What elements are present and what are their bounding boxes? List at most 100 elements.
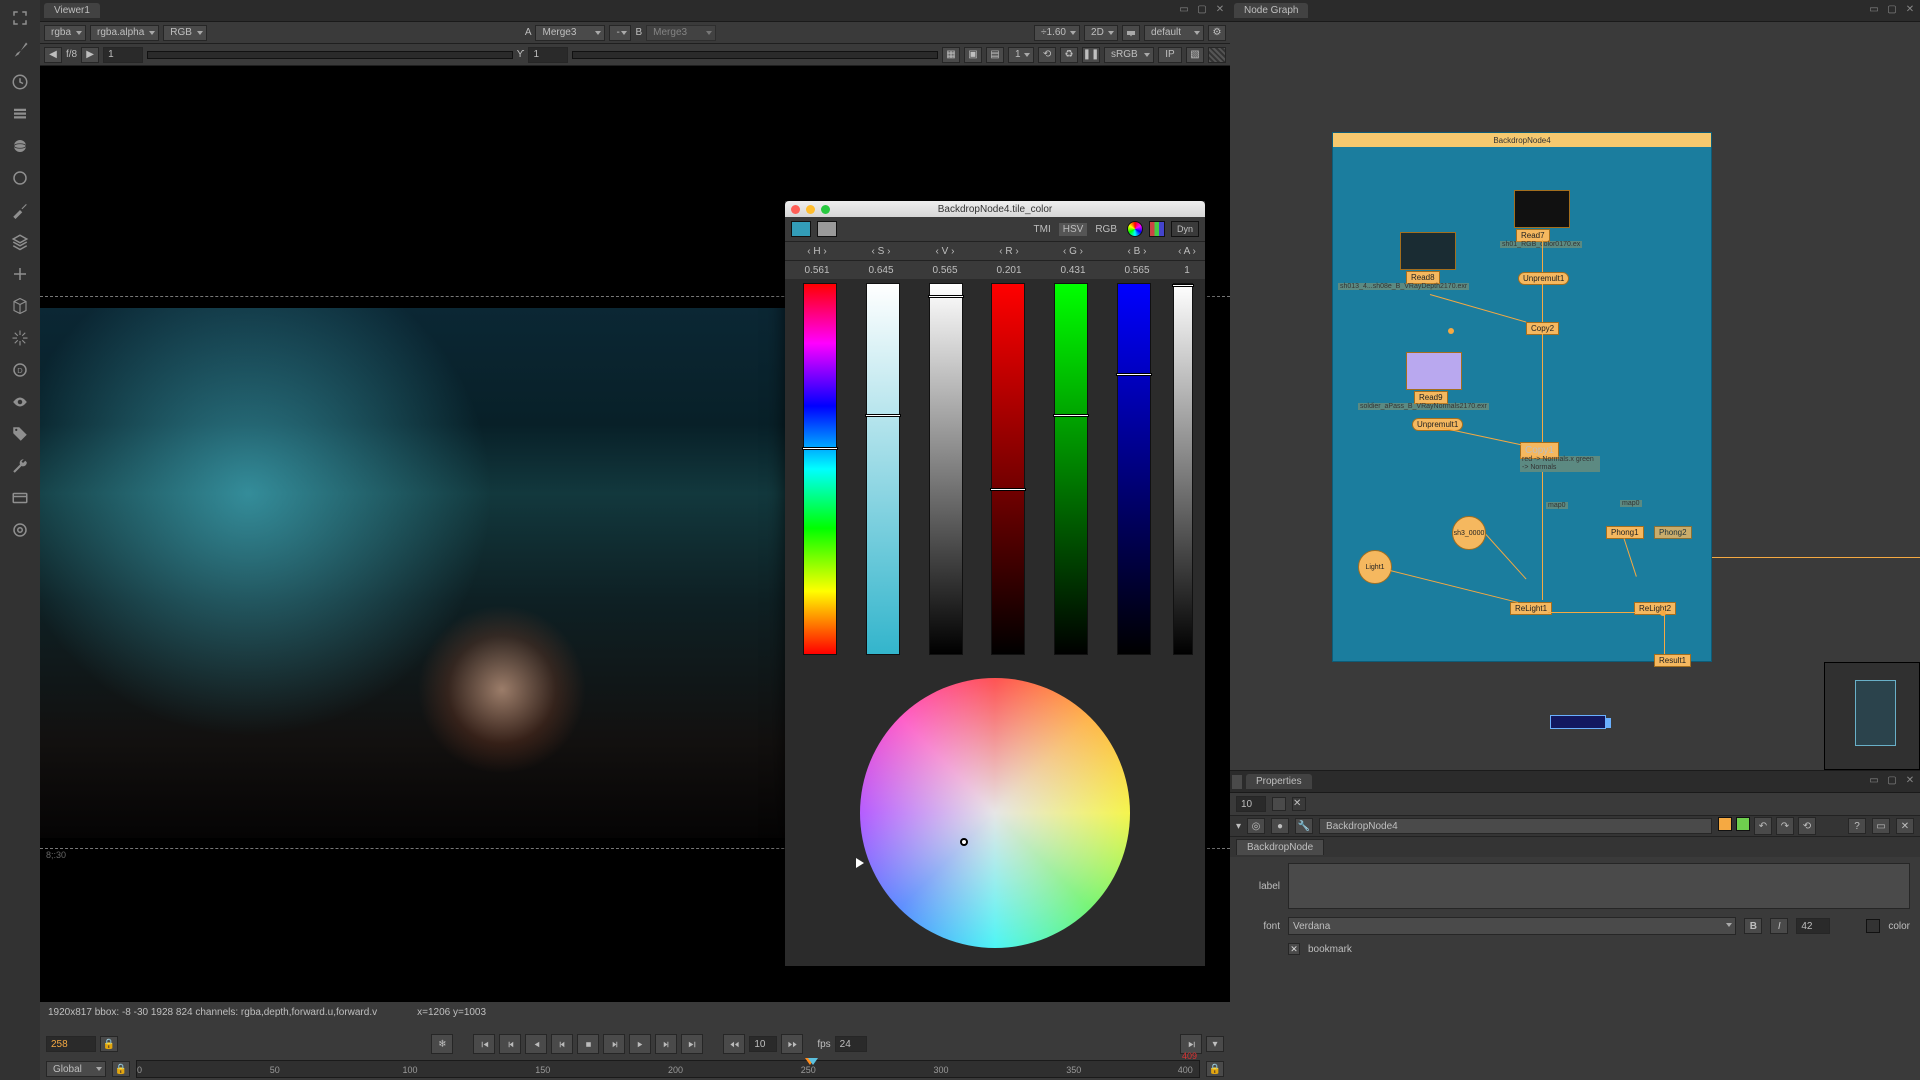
prev-keyframe-button[interactable]: [499, 1034, 521, 1054]
color-wheel-hue-indicator[interactable]: [856, 858, 864, 868]
clear-properties-icon[interactable]: ✕: [1292, 797, 1306, 811]
wipe-dropdown[interactable]: -: [609, 25, 631, 41]
help-icon[interactable]: ?: [1848, 818, 1866, 834]
sphere-tool-icon[interactable]: [8, 134, 32, 158]
node-tilecolor-swatch[interactable]: [1718, 817, 1732, 831]
gamma-field[interactable]: 1: [528, 47, 568, 63]
cube-tool-icon[interactable]: [8, 294, 32, 318]
brush-tool-icon[interactable]: [8, 38, 32, 62]
snowflake-button[interactable]: ❄: [431, 1034, 453, 1054]
hsv-tab[interactable]: HSV: [1059, 223, 1088, 236]
circle-tool-icon[interactable]: [8, 166, 32, 190]
fstop-field[interactable]: 1: [103, 47, 143, 63]
revert-icon[interactable]: ⟲: [1798, 817, 1816, 835]
r-slider[interactable]: [991, 283, 1025, 655]
color-swatch-previous[interactable]: [817, 221, 837, 237]
dyn-button[interactable]: Dyn: [1171, 221, 1199, 237]
rgb-tab[interactable]: RGB: [1091, 223, 1121, 236]
zebra-icon[interactable]: [1208, 47, 1226, 63]
layers-tool-icon[interactable]: [8, 230, 32, 254]
fps-field[interactable]: 24: [835, 1036, 867, 1052]
skip-fwd-button[interactable]: [781, 1034, 803, 1054]
node-glcolor-swatch[interactable]: [1736, 817, 1750, 831]
card-tool-icon[interactable]: [8, 486, 32, 510]
wrench-tool-icon[interactable]: [8, 454, 32, 478]
tmi-tab[interactable]: TMI: [1030, 223, 1055, 236]
italic-button[interactable]: I: [1770, 918, 1788, 934]
label-textarea[interactable]: [1288, 863, 1910, 909]
select-tool-icon[interactable]: [8, 6, 32, 30]
properties-tab[interactable]: Properties: [1246, 774, 1312, 789]
color-swatch-current[interactable]: [791, 221, 811, 237]
skip-back-button[interactable]: [723, 1034, 745, 1054]
r-value[interactable]: 0.201: [977, 265, 1041, 276]
list-tool-icon[interactable]: [8, 102, 32, 126]
color-wheel[interactable]: [860, 678, 1130, 948]
viewer-tab[interactable]: Viewer1: [44, 3, 100, 18]
viewmode-dropdown[interactable]: 2D: [1084, 25, 1118, 41]
play-forward-button[interactable]: [629, 1034, 651, 1054]
node-read9-thumb[interactable]: [1406, 352, 1462, 390]
refresh-icon[interactable]: ⟲: [1038, 47, 1056, 63]
skip-increment-field[interactable]: 10: [749, 1036, 777, 1052]
s-slider[interactable]: [866, 283, 900, 655]
node-read8-thumb[interactable]: [1400, 232, 1456, 270]
plus-tool-icon[interactable]: [8, 262, 32, 286]
a-input-dropdown[interactable]: Merge3: [535, 25, 605, 41]
color-wheel-toggle-icon[interactable]: [1127, 221, 1143, 237]
g-value[interactable]: 0.431: [1041, 265, 1105, 276]
goto-last-button[interactable]: [681, 1034, 703, 1054]
spark-tool-icon[interactable]: [8, 326, 32, 350]
knife-tool-icon[interactable]: [8, 198, 32, 222]
b-value[interactable]: 0.565: [1105, 265, 1169, 276]
node-relight2[interactable]: ReLight2: [1634, 602, 1676, 615]
close-panel-icon[interactable]: ✕: [1904, 774, 1916, 786]
current-frame-field[interactable]: 258: [46, 1036, 96, 1052]
a-label[interactable]: ‹ A ›: [1169, 246, 1205, 257]
g-slider[interactable]: [1054, 283, 1088, 655]
b-input-dropdown[interactable]: Merge3: [646, 25, 716, 41]
overscan-icon[interactable]: ▧: [1186, 47, 1204, 63]
selected-node-strip[interactable]: [1550, 715, 1606, 729]
gamma-slider[interactable]: [572, 51, 938, 59]
range-scope-dropdown[interactable]: Global: [46, 1061, 106, 1077]
clip-warning-icon[interactable]: ▦: [942, 47, 960, 63]
lock-properties-icon[interactable]: [1272, 797, 1286, 811]
range-lock-icon[interactable]: 🔒: [112, 1061, 130, 1077]
float-node-panel-icon[interactable]: ▭: [1872, 818, 1890, 834]
roi-icon[interactable]: ▣: [964, 47, 982, 63]
goto-first-button[interactable]: [473, 1034, 495, 1054]
r-label[interactable]: ‹ R ›: [977, 246, 1041, 257]
a-value[interactable]: 1: [1169, 265, 1205, 276]
undo-icon[interactable]: ↶: [1754, 817, 1772, 835]
font-dropdown[interactable]: Verdana: [1288, 917, 1736, 935]
node-unpremult2[interactable]: Unpremult1: [1412, 418, 1463, 431]
zoom-dropdown[interactable]: ÷1.60: [1034, 25, 1080, 41]
color-wheel-point[interactable]: [960, 838, 968, 846]
recycle-icon[interactable]: ♻: [1060, 47, 1078, 63]
b-label[interactable]: ‹ B ›: [1105, 246, 1169, 257]
nodegraph-tab[interactable]: Node Graph: [1234, 3, 1308, 18]
tag-tool-icon[interactable]: [8, 422, 32, 446]
bold-button[interactable]: B: [1744, 918, 1762, 934]
float-panel-icon[interactable]: ▭: [1178, 3, 1190, 15]
maximize-panel-icon[interactable]: ▢: [1886, 774, 1898, 786]
v-value[interactable]: 0.565: [913, 265, 977, 276]
clock-tool-icon[interactable]: [8, 70, 32, 94]
wrench-node-icon[interactable]: 🔧: [1295, 818, 1313, 834]
step-back-button[interactable]: [551, 1034, 573, 1054]
node-unpremult1[interactable]: Unpremult1: [1518, 272, 1569, 285]
eye-tool-icon[interactable]: [8, 390, 32, 414]
pause-render-icon[interactable]: ❚❚: [1082, 47, 1100, 63]
proxy-dropdown[interactable]: 1: [1008, 47, 1034, 63]
font-size-field[interactable]: 42: [1796, 918, 1830, 934]
ip-button[interactable]: IP: [1158, 47, 1182, 63]
maximize-panel-icon[interactable]: ▢: [1196, 3, 1208, 15]
collapse-icon[interactable]: ▾: [1236, 821, 1241, 832]
node-graph-canvas[interactable]: BackdropNode4 Read7 sh01_RGB_color0170.e…: [1230, 22, 1920, 770]
step-forward-button[interactable]: [603, 1034, 625, 1054]
bookmark-checkbox[interactable]: [1288, 943, 1300, 955]
s-label[interactable]: ‹ S ›: [849, 246, 913, 257]
lut-dropdown[interactable]: sRGB: [1104, 47, 1154, 63]
play-reverse-button[interactable]: [525, 1034, 547, 1054]
